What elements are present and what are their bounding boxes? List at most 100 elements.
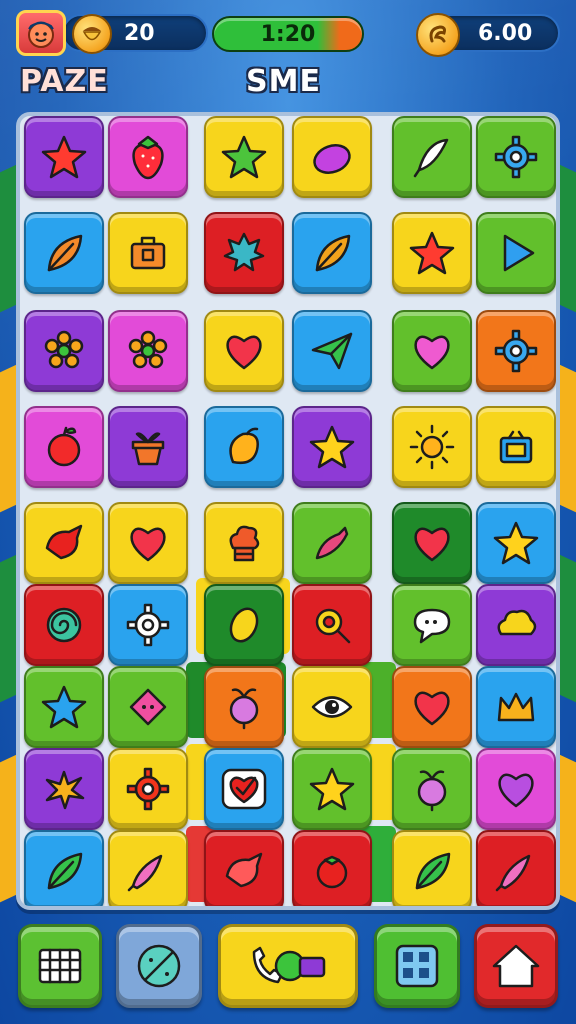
tile-crown[interactable] — [476, 666, 556, 748]
turnip-icon — [417, 770, 447, 812]
apps-button[interactable] — [374, 924, 460, 1008]
tile-heart[interactable] — [392, 310, 472, 392]
tile-strawberry[interactable] — [108, 116, 188, 198]
tile-eye[interactable] — [292, 666, 372, 748]
star-icon — [41, 685, 87, 729]
tile-suitcase[interactable] — [108, 212, 188, 294]
tile-bird[interactable] — [204, 830, 284, 906]
tile-gear[interactable] — [108, 748, 188, 830]
tile-magnifier[interactable] — [292, 584, 372, 666]
tile-star[interactable] — [292, 748, 372, 830]
tile-heart[interactable] — [476, 748, 556, 830]
tile-star[interactable] — [204, 116, 284, 198]
tile-chef-hat[interactable] — [204, 502, 284, 584]
mango-icon — [229, 427, 259, 464]
tile-apple[interactable] — [24, 406, 104, 488]
tile-paper-plane[interactable] — [292, 310, 372, 392]
tile-bird[interactable] — [24, 502, 104, 584]
tile-mango[interactable] — [204, 406, 284, 488]
moves-value: 20 — [124, 20, 155, 46]
acorn-icon — [72, 14, 112, 54]
leaf-icon — [47, 234, 83, 272]
tile-lemon[interactable] — [204, 584, 284, 666]
grid-button[interactable] — [18, 924, 102, 1008]
tile-tv[interactable] — [476, 406, 556, 488]
tile-heart[interactable] — [392, 666, 472, 748]
tile-turnip[interactable] — [392, 748, 472, 830]
tv-icon — [499, 430, 533, 464]
tile-sun[interactable] — [392, 406, 472, 488]
tile-spiral[interactable] — [24, 584, 104, 666]
tile-feather[interactable] — [392, 116, 472, 198]
tile-star[interactable] — [24, 666, 104, 748]
gear-icon — [126, 767, 170, 811]
gear-icon — [494, 135, 538, 179]
rocket-icon — [495, 854, 531, 892]
paper-plane-icon — [311, 332, 353, 370]
phone-icon — [252, 946, 326, 984]
lemon-icon — [229, 607, 259, 643]
tile-leaf[interactable] — [392, 830, 472, 906]
home-button[interactable] — [474, 924, 558, 1008]
maple-leaf-icon — [223, 232, 265, 272]
tile-flower-pot[interactable] — [108, 406, 188, 488]
suitcase-icon — [130, 236, 166, 270]
star-icon — [409, 231, 455, 275]
tile-tomato[interactable] — [292, 830, 372, 906]
tile-star[interactable] — [24, 116, 104, 198]
tile-star[interactable] — [292, 406, 372, 488]
tile-heart[interactable] — [204, 310, 284, 392]
tile-cloud[interactable] — [476, 584, 556, 666]
tile-gear[interactable] — [108, 584, 188, 666]
tile-flower[interactable] — [108, 310, 188, 392]
tile-leaf[interactable] — [24, 212, 104, 294]
tile-splash[interactable] — [24, 748, 104, 830]
tile-leaf[interactable] — [24, 830, 104, 906]
tile-heart[interactable] — [108, 502, 188, 584]
bottom-toolbar — [0, 924, 576, 1012]
bird-icon — [225, 852, 263, 888]
tile-rocket[interactable] — [476, 830, 556, 906]
tile-rocket[interactable] — [108, 830, 188, 906]
tile-gear[interactable] — [476, 116, 556, 198]
bird-icon — [45, 524, 83, 560]
flower-icon — [128, 330, 168, 369]
eye-icon — [311, 696, 353, 718]
diamond-icon — [129, 688, 167, 726]
gear-icon — [126, 603, 170, 647]
star-icon — [493, 521, 539, 565]
flower-pot-icon — [131, 432, 165, 466]
player-avatar[interactable] — [16, 10, 66, 56]
tile-star[interactable] — [476, 502, 556, 584]
tile-speech-bubble[interactable] — [392, 584, 472, 666]
tile-chili[interactable] — [292, 502, 372, 584]
tile-play-triangle[interactable] — [476, 212, 556, 294]
star-icon — [41, 135, 87, 179]
feather-icon — [413, 138, 449, 178]
match-bar — [354, 908, 396, 910]
tile-star[interactable] — [392, 212, 472, 294]
gear-icon — [494, 329, 538, 373]
tile-flower[interactable] — [24, 310, 104, 392]
strawberry-icon — [132, 135, 164, 180]
star-icon — [309, 425, 355, 469]
tile-turnip[interactable] — [204, 666, 284, 748]
flower-icon — [44, 330, 84, 369]
timer-value: 1:20 — [260, 21, 316, 47]
splash-icon — [45, 770, 85, 810]
play-triangle-icon — [503, 234, 535, 272]
magic-button[interactable] — [116, 924, 202, 1008]
tile-diamond[interactable] — [108, 666, 188, 748]
tile-heart-check[interactable] — [204, 748, 284, 830]
tile-maple-leaf[interactable] — [204, 212, 284, 294]
wand-icon — [137, 944, 181, 988]
tile-gear[interactable] — [476, 310, 556, 392]
powerup-button[interactable] — [218, 924, 358, 1008]
title-right: SME — [246, 64, 321, 99]
tile-eggplant[interactable] — [292, 116, 372, 198]
tile-leaf[interactable] — [292, 212, 372, 294]
chili-icon — [315, 526, 349, 560]
score-value: 6.00 — [478, 20, 533, 46]
heart-icon — [414, 691, 450, 726]
tile-heart[interactable] — [392, 502, 472, 584]
